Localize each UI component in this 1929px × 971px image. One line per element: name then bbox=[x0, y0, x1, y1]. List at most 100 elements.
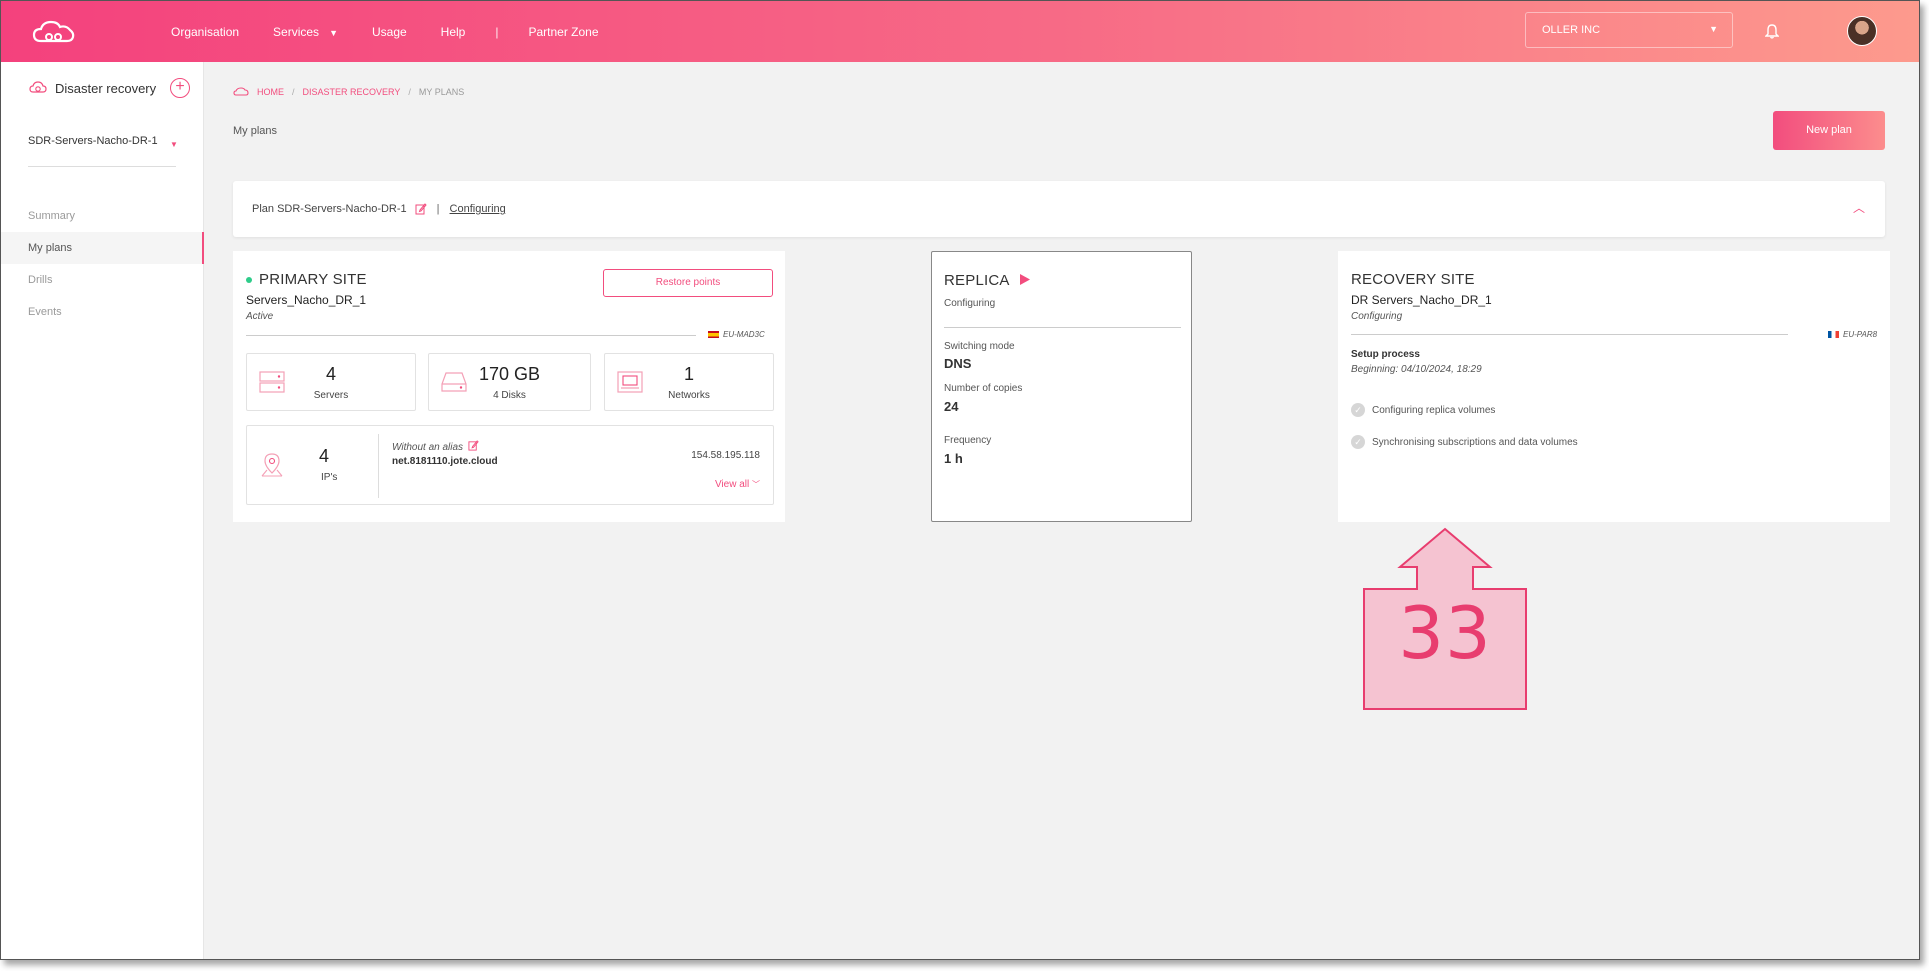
replica-title-label: REPLICA bbox=[944, 272, 1009, 289]
recovery-site-region-label: EU-PAR8 bbox=[1843, 330, 1878, 339]
sidebar-item-events[interactable]: Events bbox=[1, 296, 204, 328]
frequency-label: Frequency bbox=[944, 435, 992, 446]
breadcrumb: HOME / DISASTER RECOVERY / MY PLANS bbox=[233, 87, 464, 97]
servers-count: 4 bbox=[325, 364, 336, 384]
chevron-down-icon[interactable]: ▼ bbox=[170, 140, 178, 149]
callout-number: 33 bbox=[1398, 591, 1492, 675]
check-icon: ✓ bbox=[1351, 435, 1365, 449]
primary-site-card: PRIMARY SITE Servers_Nacho_DR_1 Active R… bbox=[233, 251, 785, 522]
nav-usage[interactable]: Usage bbox=[372, 25, 407, 39]
ip-addresses-panel: 4 IP's Without an alias net.8181110.jote… bbox=[246, 425, 774, 505]
primary-site-divider bbox=[246, 335, 696, 336]
nav-partner-zone[interactable]: Partner Zone bbox=[528, 25, 598, 39]
nav-organisation[interactable]: Organisation bbox=[171, 25, 239, 39]
alias-text: Without an alias bbox=[392, 440, 479, 453]
organisation-select-value: OLLER INC bbox=[1542, 24, 1601, 36]
location-pin-icon bbox=[261, 453, 283, 477]
france-flag-icon bbox=[1828, 331, 1839, 338]
sidebar: Disaster recovery + SDR-Servers-Nacho-DR… bbox=[1, 62, 204, 959]
primary-site-name: Servers_Nacho_DR_1 bbox=[246, 293, 367, 307]
cloud-logo-icon[interactable] bbox=[31, 17, 77, 47]
sidebar-item-summary[interactable]: Summary bbox=[1, 200, 204, 232]
chevron-down-icon: ▼ bbox=[329, 27, 338, 38]
nav-services[interactable]: Services ▼ bbox=[273, 25, 338, 39]
setup-step-label: Configuring replica volumes bbox=[1372, 404, 1496, 416]
app-window: Organisation Services ▼ Usage Help | Part… bbox=[0, 0, 1920, 960]
switching-mode-label: Switching mode bbox=[944, 341, 1015, 352]
new-plan-button[interactable]: New plan bbox=[1773, 111, 1885, 150]
frequency-value: 1 h bbox=[944, 451, 963, 466]
primary-site-region: EU-MAD3C bbox=[708, 330, 765, 339]
plan-header-bar: Plan SDR-Servers-Nacho-DR-1 | Configurin… bbox=[233, 181, 1885, 237]
ip-panel-divider bbox=[378, 434, 379, 498]
sidebar-divider bbox=[28, 166, 176, 167]
chevron-down-icon: ▼ bbox=[1709, 24, 1718, 34]
copies-label: Number of copies bbox=[944, 383, 1023, 394]
ip-address: 154.58.195.118 bbox=[691, 450, 760, 461]
recovery-site-title: RECOVERY SITE bbox=[1351, 271, 1475, 288]
setup-step-label: Synchronising subscriptions and data vol… bbox=[1372, 436, 1578, 448]
ip-count: 4 bbox=[319, 446, 330, 466]
breadcrumb-separator: / bbox=[292, 87, 295, 97]
active-status-dot bbox=[246, 277, 252, 284]
avatar[interactable] bbox=[1847, 16, 1877, 46]
recovery-site-name: DR Servers_Nacho_DR_1 bbox=[1351, 293, 1492, 307]
chevron-down-icon: ﹀ bbox=[752, 480, 760, 489]
setup-step: ✓ Synchronising subscriptions and data v… bbox=[1351, 435, 1578, 449]
sidebar-item-my-plans[interactable]: My plans bbox=[1, 232, 204, 264]
replica-title: REPLICA bbox=[944, 272, 1031, 289]
recovery-site-divider bbox=[1351, 334, 1788, 335]
networks-label: Networks bbox=[668, 390, 710, 401]
restore-points-button[interactable]: Restore points bbox=[603, 269, 773, 297]
primary-site-title: PRIMARY SITE bbox=[246, 271, 367, 288]
plan-separator: | bbox=[436, 203, 440, 215]
recovery-site-card: RECOVERY SITE DR Servers_Nacho_DR_1 Conf… bbox=[1338, 251, 1890, 522]
storage-metric: 170 GB 4 Disks bbox=[428, 353, 591, 411]
nav-services-label: Services bbox=[273, 24, 320, 39]
sidebar-menu: Summary My plans Drills Events bbox=[1, 200, 204, 328]
replica-divider bbox=[944, 327, 1181, 328]
disks-label: 4 Disks bbox=[493, 390, 526, 401]
recovery-site-status: Configuring bbox=[1351, 311, 1403, 322]
breadcrumb-my-plans: MY PLANS bbox=[418, 87, 465, 97]
top-bar: Organisation Services ▼ Usage Help | Part… bbox=[1, 1, 1919, 62]
sidebar-title: Disaster recovery bbox=[29, 80, 156, 96]
primary-site-region-label: EU-MAD3C bbox=[723, 330, 765, 339]
primary-site-status: Active bbox=[246, 311, 274, 322]
check-icon: ✓ bbox=[1351, 403, 1365, 417]
alias-label: Without an alias bbox=[392, 442, 464, 453]
play-icon bbox=[1020, 274, 1031, 285]
ip-hostname: net.8181110.jote.cloud bbox=[392, 456, 498, 467]
main-nav: Organisation Services ▼ Usage Help | Part… bbox=[171, 1, 633, 62]
networks-count: 1 bbox=[683, 364, 694, 384]
copies-value: 24 bbox=[944, 399, 959, 414]
bell-icon[interactable] bbox=[1765, 23, 1779, 39]
storage-size: 170 GB bbox=[478, 364, 541, 384]
collapse-chevron-icon[interactable]: ︿ bbox=[1853, 199, 1865, 216]
recovery-site-region: EU-PAR8 bbox=[1828, 330, 1877, 339]
ip-label: IP's bbox=[321, 472, 338, 483]
plan-selector[interactable]: SDR-Servers-Nacho-DR-1 bbox=[28, 135, 158, 147]
plan-name: Plan SDR-Servers-Nacho-DR-1 bbox=[252, 203, 407, 215]
page-title: My plans bbox=[233, 125, 278, 137]
breadcrumb-home[interactable]: HOME bbox=[257, 87, 284, 97]
setup-step: ✓ Configuring replica volumes bbox=[1351, 403, 1495, 417]
callout-arrow-annotation: 33 bbox=[1362, 527, 1528, 711]
sidebar-item-drills[interactable]: Drills bbox=[1, 264, 204, 296]
servers-metric: 4 Servers bbox=[246, 353, 416, 411]
servers-label: Servers bbox=[313, 390, 349, 401]
breadcrumb-disaster-recovery[interactable]: DISASTER RECOVERY bbox=[303, 87, 401, 97]
disaster-recovery-icon bbox=[29, 81, 47, 93]
edit-alias-icon[interactable] bbox=[468, 440, 479, 451]
setup-process-title: Setup process bbox=[1351, 349, 1420, 360]
edit-icon[interactable] bbox=[415, 203, 427, 215]
breadcrumb-separator: / bbox=[408, 87, 411, 97]
nav-help[interactable]: Help bbox=[441, 25, 466, 39]
networks-metric: 1 Networks bbox=[604, 353, 774, 411]
replica-card: REPLICA Configuring Switching mode DNS N… bbox=[931, 251, 1192, 522]
spain-flag-icon bbox=[708, 331, 719, 338]
add-plan-button[interactable]: + bbox=[170, 78, 190, 98]
plan-status-link[interactable]: Configuring bbox=[450, 203, 506, 215]
view-all-link[interactable]: View all ﹀ bbox=[715, 479, 760, 490]
organisation-select[interactable]: OLLER INC ▼ bbox=[1525, 12, 1733, 48]
